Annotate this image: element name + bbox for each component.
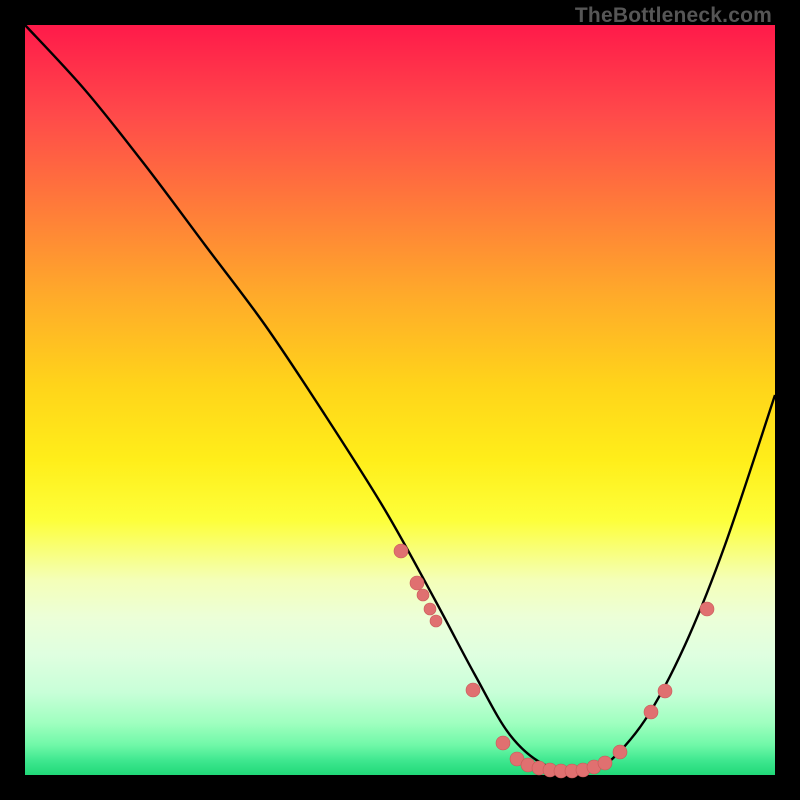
data-marker [424,603,436,615]
data-marker [598,756,612,770]
data-markers-group [394,544,714,778]
data-marker [466,683,480,697]
data-marker [644,705,658,719]
data-marker [410,576,424,590]
data-marker [417,589,429,601]
bottleneck-chart [25,25,775,775]
data-marker [658,684,672,698]
data-marker [613,745,627,759]
data-marker [700,602,714,616]
data-marker [394,544,408,558]
data-marker [430,615,442,627]
data-marker [496,736,510,750]
bottleneck-curve-line [25,25,775,771]
